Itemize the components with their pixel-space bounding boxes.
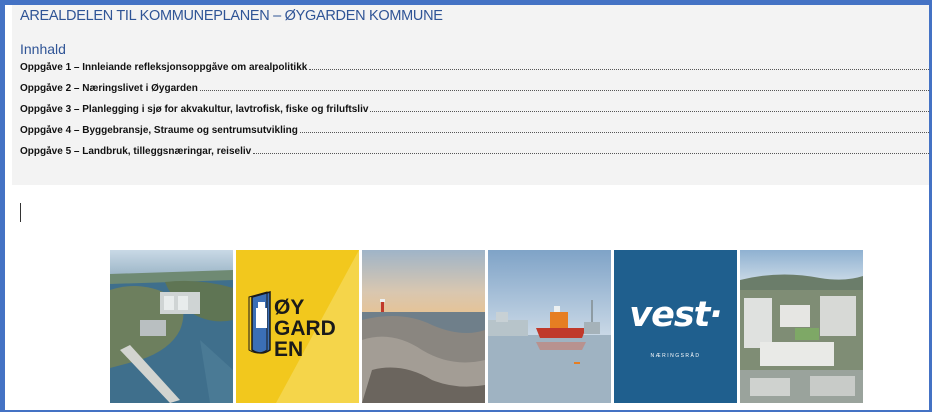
- toc-entry-2[interactable]: Oppgåve 2 – Næringslivet i Øygarden: [20, 83, 929, 104]
- toc-list: Oppgåve 1 – Innleiande refleksjonsoppgåv…: [20, 62, 929, 167]
- toc-entry-4[interactable]: Oppgåve 4 – Byggebransje, Straume og sen…: [20, 125, 929, 146]
- toc-entry-label: Oppgåve 4 – Byggebransje, Straume og sen…: [20, 125, 298, 136]
- toc-entry-label: Oppgåve 5 – Landbruk, tilleggsnæringar, …: [20, 146, 252, 157]
- toc-entry-3[interactable]: Oppgåve 3 – Planlegging i sjø for akvaku…: [20, 104, 929, 125]
- oygarden-logo-line2: GARD: [274, 317, 336, 340]
- window-frame-left: [0, 0, 5, 412]
- photo-harbour-ship: [488, 250, 611, 403]
- photo-aerial-harbour: [110, 250, 233, 403]
- banner-image-strip: ØY GARD EN vest· NÆRINGSRÅD: [110, 250, 863, 403]
- photo-rocky-coast: [362, 250, 485, 403]
- photo-residential-area: [740, 250, 863, 403]
- toc-entry-label: Oppgåve 1 – Innleiande refleksjonsoppgåv…: [20, 62, 308, 73]
- vest-logo-wordmark: vest·: [629, 295, 722, 335]
- text-cursor: [20, 203, 21, 222]
- oygarden-logo-tile: ØY GARD EN: [236, 250, 359, 403]
- toc-leader-dots: [309, 62, 929, 70]
- vest-logo-subtitle: NÆRINGSRÅD: [650, 353, 701, 359]
- toc-leader-dots: [253, 146, 929, 154]
- document-title: AREALDELEN TIL KOMMUNEPLANEN – ØYGARDEN …: [20, 8, 443, 24]
- table-of-contents-panel: AREALDELEN TIL KOMMUNEPLANEN – ØYGARDEN …: [12, 5, 929, 185]
- oygarden-logo-line3: EN: [274, 338, 304, 361]
- toc-leader-dots: [370, 104, 929, 112]
- toc-leader-dots: [299, 125, 929, 133]
- vest-naeringsrad-logo-tile: vest· NÆRINGSRÅD: [614, 250, 737, 403]
- toc-heading: Innhald: [20, 41, 66, 57]
- toc-entry-label: Oppgåve 3 – Planlegging i sjø for akvaku…: [20, 104, 369, 115]
- toc-leader-dots: [199, 83, 929, 91]
- toc-entry-label: Oppgåve 2 – Næringslivet i Øygarden: [20, 83, 198, 94]
- toc-entry-1[interactable]: Oppgåve 1 – Innleiande refleksjonsoppgåv…: [20, 62, 929, 83]
- toc-entry-5[interactable]: Oppgåve 5 – Landbruk, tilleggsnæringar, …: [20, 146, 929, 167]
- oygarden-logo-line1: ØY: [274, 296, 305, 319]
